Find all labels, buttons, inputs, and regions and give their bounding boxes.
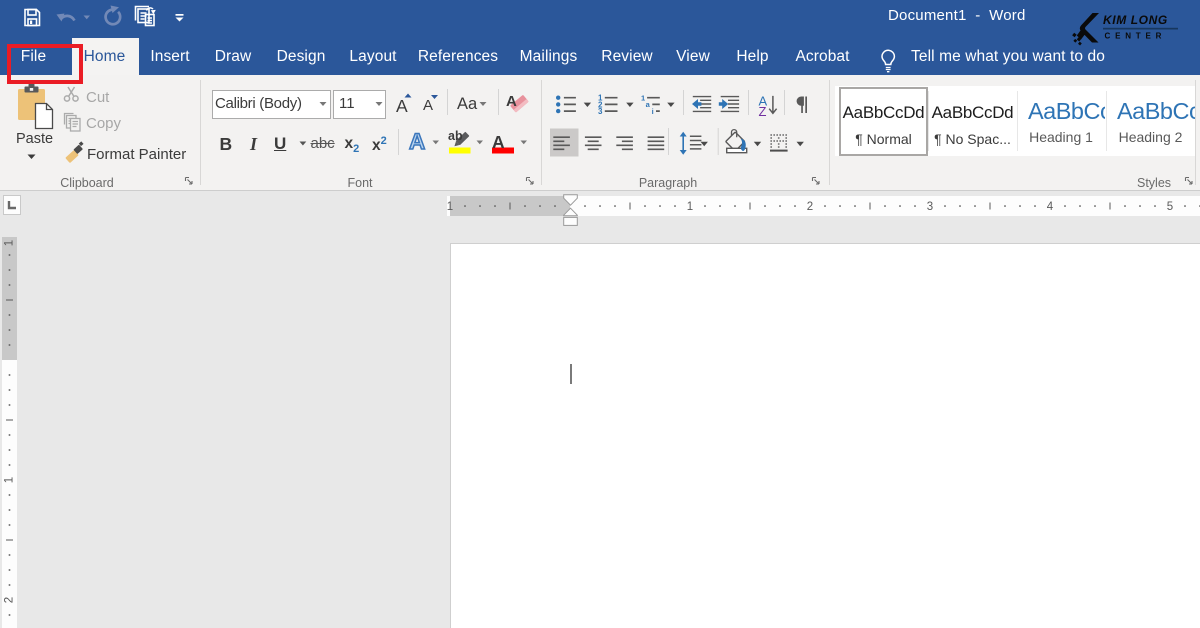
- svg-text:1: 1: [4, 477, 16, 483]
- svg-text:2: 2: [4, 597, 16, 603]
- svg-text:4: 4: [1047, 201, 1054, 213]
- svg-text:1: 1: [687, 201, 693, 213]
- svg-text:1: 1: [641, 93, 645, 102]
- svg-text:1: 1: [4, 240, 16, 246]
- svg-text:i: i: [652, 107, 654, 116]
- svg-text:1: 1: [447, 201, 453, 213]
- svg-text:a: a: [646, 100, 651, 109]
- svg-text:2: 2: [807, 201, 813, 213]
- svg-text:3: 3: [927, 201, 933, 213]
- svg-text:5: 5: [1167, 201, 1173, 213]
- svg-text:3: 3: [598, 107, 603, 116]
- svg-text:CENTER: CENTER: [1105, 32, 1167, 41]
- svg-text:Z: Z: [759, 104, 767, 119]
- svg-text:KIM LONG: KIM LONG: [1103, 13, 1168, 27]
